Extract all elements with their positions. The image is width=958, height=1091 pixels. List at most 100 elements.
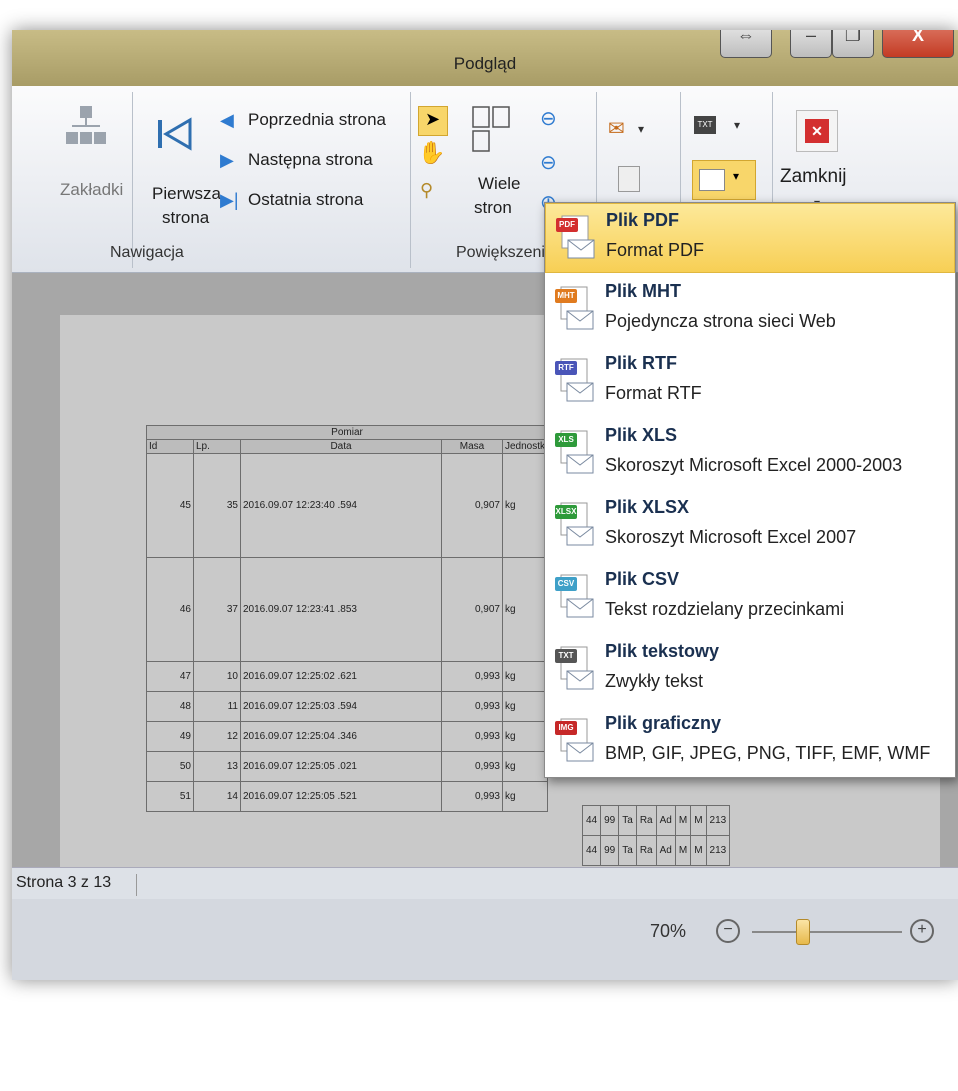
first-page-label-2: strona bbox=[162, 208, 210, 227]
table-cell: 51 bbox=[146, 781, 194, 812]
table-cell: 213 bbox=[705, 835, 731, 866]
zoom-fit-icon[interactable]: ⊖ bbox=[540, 106, 557, 131]
status-bar: Strona 3 z 13 bbox=[12, 867, 958, 900]
table-cell: 44 bbox=[581, 835, 602, 866]
table-cell: 213 bbox=[705, 805, 731, 836]
table-cell: 2016.09.07 12:23:41 .853 bbox=[240, 557, 442, 662]
table-right-fragment: 44 99 Ta Ra Ad M M 213 44 99 Ta Ra Ad M … bbox=[581, 805, 731, 866]
first-page-button[interactable]: Pierwsza strona bbox=[140, 106, 221, 246]
minimize-button[interactable]: – bbox=[790, 30, 832, 58]
watermark-icon[interactable] bbox=[618, 166, 640, 192]
prev-page-label: Poprzednia strona bbox=[248, 110, 386, 129]
export-dropdown-arrow[interactable]: ▾ bbox=[638, 122, 644, 136]
zoom-slider-thumb[interactable] bbox=[796, 919, 810, 945]
menu-item-rtf[interactable]: RTF Plik RTF Format RTF bbox=[545, 347, 955, 417]
title-bar: Podgląd ⇔ – ❐ X bbox=[12, 30, 958, 86]
table-cell: 2016.09.07 12:25:02 .621 bbox=[240, 661, 442, 692]
table-header: Lp. bbox=[193, 439, 241, 454]
data-table: Pomiar Id Lp. Data Masa Jednostk 45 35 2… bbox=[145, 425, 549, 812]
menu-item-txt[interactable]: TXT Plik tekstowy Zwykły tekst bbox=[545, 635, 955, 705]
send-txt-icon[interactable]: TXT bbox=[694, 116, 716, 134]
menu-item-title: Plik graficzny bbox=[605, 713, 722, 733]
close-window-button[interactable]: X bbox=[882, 30, 954, 58]
zoom-group-label: Powiększeni bbox=[456, 244, 545, 261]
separator bbox=[132, 92, 133, 268]
txt-file-icon: TXT bbox=[555, 645, 597, 695]
table-cell: 0,993 bbox=[441, 691, 503, 722]
table-cell: 47 bbox=[146, 661, 194, 692]
menu-item-title: Plik XLSX bbox=[605, 497, 690, 517]
table-cell: 46 bbox=[146, 557, 194, 662]
table-header: Jednostk bbox=[501, 439, 549, 454]
resize-button[interactable]: ⇔ bbox=[720, 30, 772, 58]
pdf-file-icon: PDF bbox=[556, 214, 598, 264]
menu-item-subtitle: Skoroszyt Microsoft Excel 2000-2003 bbox=[605, 455, 903, 475]
last-page-button[interactable]: ▶| Ostatnia strona bbox=[220, 190, 410, 220]
menu-item-xlsx[interactable]: XLSX Plik XLSX Skoroszyt Microsoft Excel… bbox=[545, 491, 955, 561]
menu-item-pdf[interactable]: PDF Plik PDF Format PDF bbox=[545, 203, 955, 273]
close-preview-label[interactable]: Zamknij bbox=[780, 166, 847, 188]
zoom-slider-track[interactable] bbox=[752, 931, 902, 933]
table-cell: 44 bbox=[581, 805, 602, 836]
table-cell: M bbox=[674, 805, 692, 836]
pages-icon bbox=[472, 106, 510, 152]
restore-button[interactable]: ❐ bbox=[832, 30, 874, 58]
table-cell: Ra bbox=[635, 835, 657, 866]
table-cell: kg bbox=[501, 557, 549, 662]
hand-tool-icon[interactable]: ✋ bbox=[418, 140, 445, 166]
zoom-percent: 70% bbox=[650, 921, 687, 941]
magnifier-icon[interactable]: ⚲ bbox=[420, 180, 433, 201]
bookmarks-label: Zakładki bbox=[60, 180, 124, 199]
csv-file-icon: CSV bbox=[555, 573, 597, 623]
table-row: 49 12 2016.09.07 12:25:04 .346 0,993 kg bbox=[146, 721, 549, 752]
xlsx-file-icon: XLSX bbox=[555, 501, 597, 551]
close-preview-icon[interactable]: ✕ bbox=[796, 110, 838, 152]
export-to-file-button[interactable]: ▾ bbox=[692, 160, 756, 200]
menu-item-csv[interactable]: CSV Plik CSV Tekst rozdzielany przecinka… bbox=[545, 563, 955, 633]
next-page-button[interactable]: ▶ Następna strona bbox=[220, 150, 410, 180]
menu-item-title: Plik PDF bbox=[606, 210, 680, 230]
table-cell: 0,993 bbox=[441, 781, 503, 812]
zoom-in-button[interactable]: + bbox=[910, 919, 934, 943]
table-cell: 12 bbox=[193, 721, 241, 752]
table-row: 44 99 Ta Ra Ad M M 213 bbox=[581, 805, 731, 836]
table-row: 46 37 2016.09.07 12:23:41 .853 0,907 kg bbox=[146, 557, 549, 662]
export-icon[interactable]: ✉ bbox=[608, 116, 625, 141]
table-cell: 2016.09.07 12:25:05 .021 bbox=[240, 751, 442, 782]
table-cell: 10 bbox=[193, 661, 241, 692]
multi-pages-button[interactable]: Wiele stron bbox=[468, 106, 548, 246]
export-to-file-arrow[interactable]: ▾ bbox=[733, 169, 739, 183]
menu-item-subtitle: Format PDF bbox=[606, 240, 705, 260]
table-header: Data bbox=[240, 439, 442, 454]
badge-label: RTF bbox=[555, 361, 577, 375]
table-cell: M bbox=[674, 835, 692, 866]
table-cell: kg bbox=[501, 691, 549, 722]
menu-item-image[interactable]: IMG Plik graficzny BMP, GIF, JPEG, PNG, … bbox=[545, 707, 955, 777]
multi-pages-label-1: Wiele bbox=[478, 174, 521, 193]
menu-item-subtitle: Pojedyncza strona sieci Web bbox=[605, 311, 836, 331]
menu-item-subtitle: Format RTF bbox=[605, 383, 702, 403]
pointer-tool-button[interactable]: ➤ bbox=[418, 106, 448, 136]
menu-item-xls[interactable]: XLS Plik XLS Skoroszyt Microsoft Excel 2… bbox=[545, 419, 955, 489]
export-format-menu: PDF Plik PDF Format PDF MHT Plik MHT Poj… bbox=[544, 202, 956, 778]
bookmarks-button[interactable]: Zakładki bbox=[42, 106, 132, 236]
zoom-out-button[interactable]: − bbox=[716, 919, 740, 943]
table-cell: Ra bbox=[635, 805, 657, 836]
menu-item-mht[interactable]: MHT Plik MHT Pojedyncza strona sieci Web bbox=[545, 275, 955, 345]
table-cell: kg bbox=[501, 781, 549, 812]
arrow-right-icon: ▶ bbox=[220, 150, 234, 170]
zoom-out-icon[interactable]: ⊖ bbox=[540, 150, 557, 175]
send-dropdown-arrow[interactable]: ▾ bbox=[734, 118, 740, 132]
prev-page-button[interactable]: ◀ Poprzednia strona bbox=[220, 110, 410, 140]
mht-file-icon: MHT bbox=[555, 285, 597, 335]
table-header: Id bbox=[146, 439, 194, 454]
first-page-label-1: Pierwsza bbox=[152, 184, 221, 203]
table-header: Masa bbox=[441, 439, 503, 454]
page-indicator: Strona 3 z 13 bbox=[16, 874, 137, 896]
badge-label: XLSX bbox=[555, 505, 577, 519]
table-cell: 35 bbox=[193, 453, 241, 558]
menu-item-subtitle: BMP, GIF, JPEG, PNG, TIFF, EMF, WMF bbox=[605, 743, 931, 763]
menu-item-title: Plik tekstowy bbox=[605, 641, 720, 661]
table-cell: 50 bbox=[146, 751, 194, 782]
table-cell: 13 bbox=[193, 751, 241, 782]
